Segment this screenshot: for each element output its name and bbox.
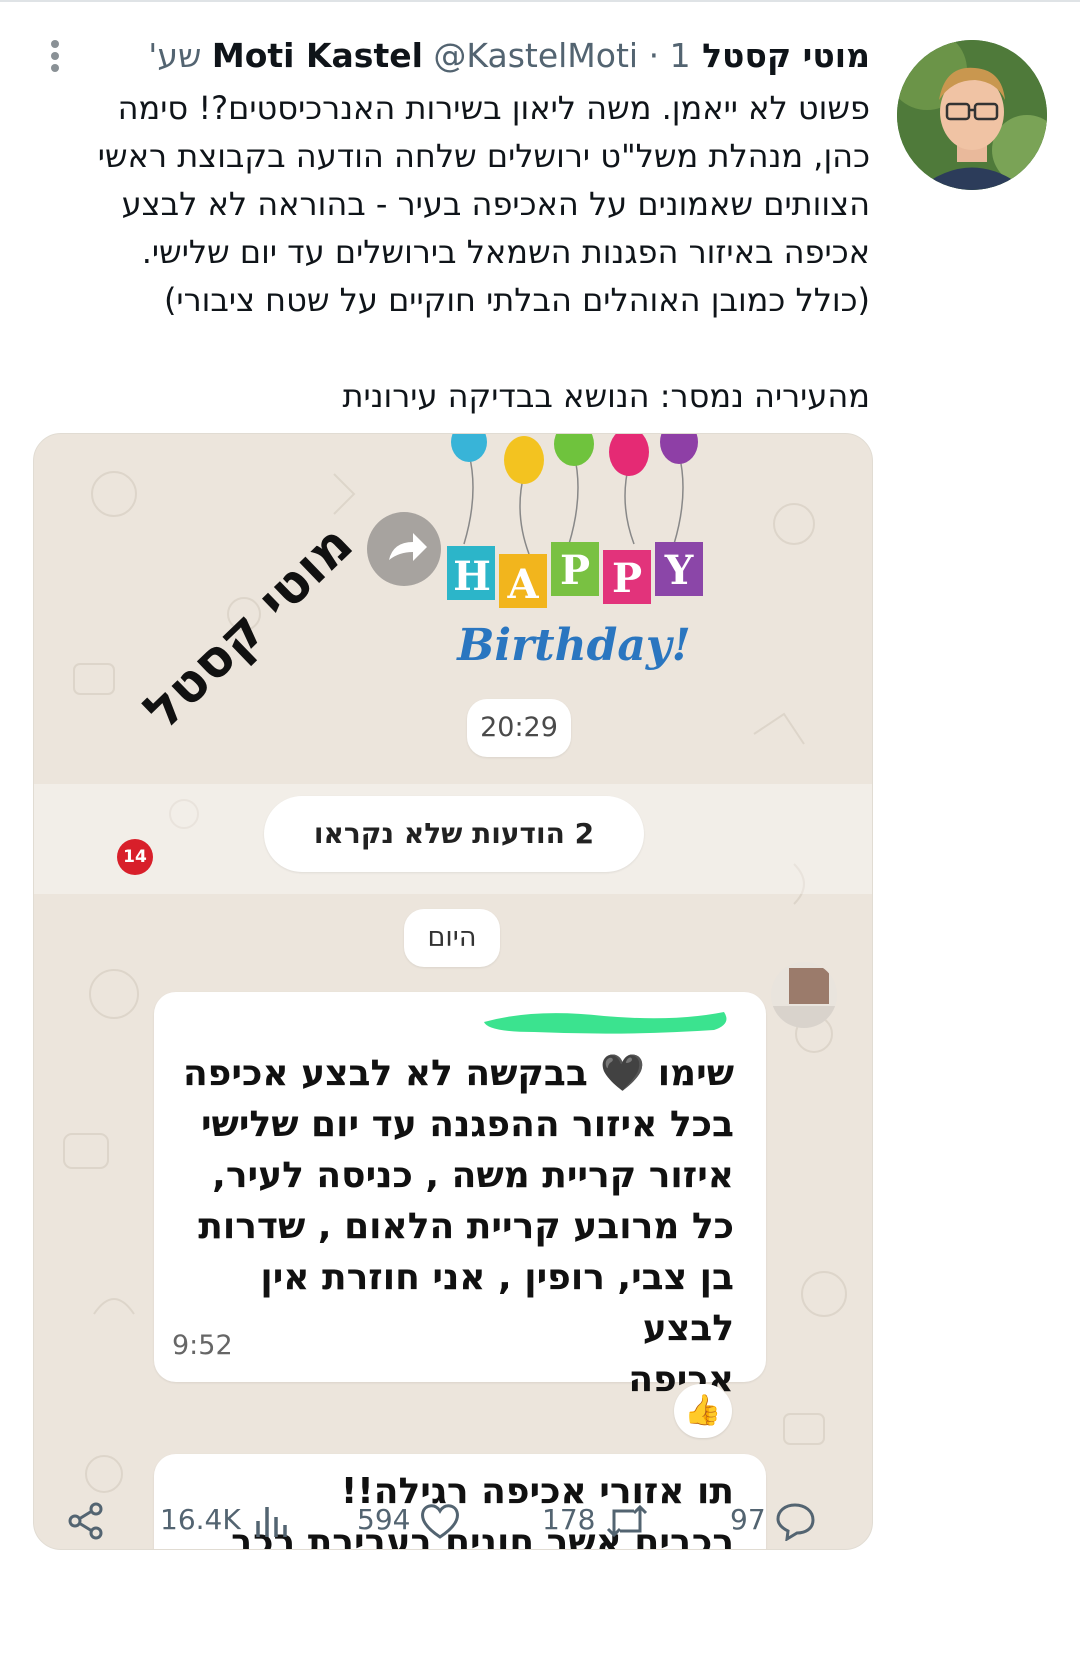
message-line: איזור קריית משה , כניסה לעיר, (212, 1155, 734, 1196)
tweet-line: אכיפה באיזור הפגנות השמאל בירושלים עד יו… (141, 233, 870, 271)
thumbs-up-reaction-icon: 👍 (674, 1384, 732, 1438)
svg-text:A: A (506, 561, 539, 608)
heart-icon (421, 1504, 460, 1539)
svg-text:H: H (453, 553, 491, 600)
tweet-line: הצוותים שאמונים על האכיפה בעיר - בהוראה … (121, 185, 870, 223)
message-time-pill: 20:29 (467, 699, 571, 757)
message-timestamp: 9:52 (172, 1330, 233, 1361)
svg-text:Y: Y (664, 547, 694, 594)
replies-count: 97 (730, 1503, 766, 1536)
views-button[interactable]: 16.4K (160, 1498, 290, 1542)
top-divider (0, 0, 1080, 2)
date-separator-pill: היום (404, 909, 500, 967)
svg-text:P: P (612, 555, 642, 602)
separator-dot: · (648, 36, 660, 75)
reply-icon (776, 1503, 815, 1542)
retweet-icon (607, 1504, 648, 1538)
tweet-action-bar: 16.4K 594 178 97 (0, 1490, 1080, 1550)
author-avatar[interactable] (897, 40, 1047, 190)
message-line: שימו 🖤 בבקשה לא לבצע אכיפה (182, 1053, 734, 1094)
like-button[interactable]: 594 (357, 1498, 461, 1542)
tweet-line: כהן, מנהלת משל"ט ירושלים שלחה הודעה בקבו… (97, 137, 870, 175)
municipality-response: מהעיריה נמסר: הנושא בבדיקה עירונית (342, 377, 871, 415)
likes-count: 594 (357, 1503, 411, 1536)
message-line: כל מרובע קריית הלאום , שדרות (198, 1206, 734, 1247)
channel-14-logo: 14 (117, 839, 153, 875)
views-count: 16.4K (160, 1503, 241, 1536)
tweet-line: פשוט לא ייאמן. משה ליאון בשירות האנרכיסט… (117, 89, 870, 127)
message-line: אכיפה (628, 1359, 734, 1400)
share-button[interactable] (66, 1498, 106, 1542)
birthday-text: Birthday! (455, 620, 691, 671)
more-options-icon[interactable] (40, 36, 70, 76)
birthday-sticker: H A P P Y Birthday! (447, 434, 703, 671)
tweet-header: מוטי קסטל Moti Kastel @KastelMoti · 1 שע… (148, 34, 870, 78)
message-line: בכל איזור ההפגנה עד יום שלישי (200, 1104, 734, 1145)
tweet-line: (כולל כמובן האוהלים הבלתי חוקיים על שטח … (163, 281, 870, 319)
analytics-icon (255, 1507, 287, 1537)
tweet-media-image[interactable]: H A P P Y Birthday! 20:29 2 הודעות שלא נ… (33, 433, 873, 1550)
redacted-sender-name (484, 1012, 727, 1034)
tweet-text: פשוט לא ייאמן. משה ליאון בשירות האנרכיסט… (80, 84, 870, 420)
reply-button[interactable]: 97 (730, 1498, 817, 1542)
message-line: בן צבי, רופין , אני חוזרת אין לבצע (260, 1257, 734, 1349)
svg-text:P: P (560, 547, 590, 594)
share-icon (68, 1502, 103, 1540)
retweets-count: 178 (542, 1503, 596, 1536)
retweet-button[interactable]: 178 (542, 1498, 650, 1542)
author-handle[interactable]: @KastelMoti (433, 36, 638, 75)
unread-messages-pill: 2 הודעות שלא נקראו (264, 796, 644, 872)
message-text: שימו 🖤 בבקשה לא לבצע אכיפה בכל איזור ההפ… (174, 1048, 734, 1405)
sender-avatar-redacted (771, 962, 837, 1028)
chat-message-bubble: שימו 🖤 בבקשה לא לבצע אכיפה בכל איזור ההפ… (154, 992, 766, 1400)
